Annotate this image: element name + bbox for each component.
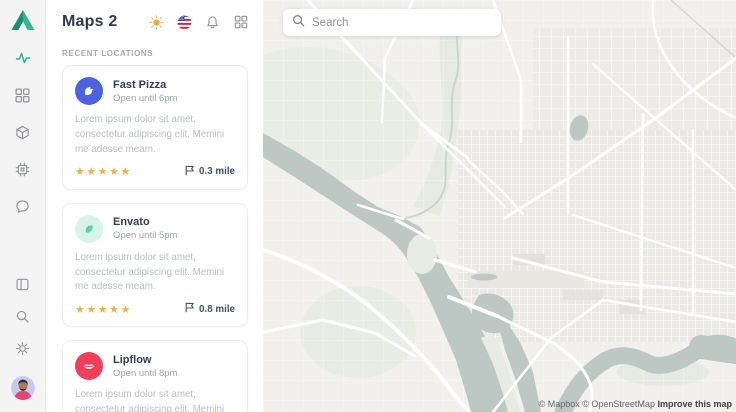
cube-icon[interactable] — [15, 124, 31, 140]
header-actions — [149, 15, 248, 30]
location-name: Envato — [113, 216, 177, 228]
sun-icon[interactable] — [149, 15, 164, 30]
panel-header: Maps 2 — [62, 13, 248, 31]
attribution-text: © Mapbox © OpenStreetMap — [539, 399, 655, 409]
section-label: RECENT LOCATIONS — [62, 49, 248, 58]
location-card-list: Fast Pizza Open until 6pm Lorem ipsum do… — [62, 65, 248, 412]
flag-icon — [185, 302, 195, 316]
maps-app: Maps 2 RECENT LOCATIONS Fast Pizza Open … — [0, 0, 736, 412]
search-icon — [292, 14, 305, 32]
location-card[interactable]: Envato Open until 5pm Lorem ipsum dolor … — [62, 203, 248, 328]
search-icon[interactable] — [15, 308, 31, 324]
locations-panel: Maps 2 RECENT LOCATIONS Fast Pizza Open … — [46, 0, 263, 412]
location-description: Lorem ipsum dolor sit amet, consectetur … — [75, 113, 235, 158]
rail-nav — [15, 50, 31, 214]
location-card[interactable]: Fast Pizza Open until 6pm Lorem ipsum do… — [62, 65, 248, 190]
lips-icon — [75, 352, 103, 380]
distance-label: 0.8 mile — [199, 304, 235, 315]
improve-map-link[interactable]: Improve this map — [657, 399, 732, 409]
location-hours: Open until 8pm — [113, 368, 177, 379]
location-description: Lorem ipsum dolor sit amet, consectetur … — [75, 388, 235, 412]
basemap-svg — [263, 0, 736, 412]
bird-icon — [75, 77, 103, 105]
location-description: Lorem ipsum dolor sit amet, consectetur … — [75, 251, 235, 296]
map-attribution: © Mapbox © OpenStreetMap Improve this ma… — [539, 399, 732, 409]
icon-rail — [0, 0, 46, 412]
rating-stars: ★★★★★ — [75, 165, 132, 178]
rating-stars: ★★★★★ — [75, 303, 132, 316]
search-input[interactable] — [312, 17, 492, 29]
map-search-bar — [283, 9, 501, 36]
map-canvas[interactable]: © Mapbox © OpenStreetMap Improve this ma… — [263, 0, 736, 412]
gear-icon[interactable] — [15, 340, 31, 356]
flag-icon — [185, 165, 195, 179]
location-card[interactable]: Lipflow Open until 8pm Lorem ipsum dolor… — [62, 340, 248, 412]
page-title: Maps 2 — [62, 13, 117, 31]
leaf-icon — [75, 215, 103, 243]
user-avatar[interactable] — [11, 376, 35, 400]
chat-icon[interactable] — [15, 198, 31, 214]
location-hours: Open until 5pm — [113, 230, 177, 241]
columns-icon[interactable] — [15, 276, 31, 292]
location-name: Lipflow — [113, 354, 177, 366]
grid-icon[interactable] — [15, 87, 31, 103]
apps-grid-icon[interactable] — [233, 15, 248, 30]
location-name: Fast Pizza — [113, 79, 177, 91]
us-flag-icon[interactable] — [177, 15, 192, 30]
bell-icon[interactable] — [205, 15, 220, 30]
location-hours: Open until 6pm — [113, 93, 177, 104]
rail-bottom — [11, 276, 35, 412]
distance-label: 0.3 mile — [199, 166, 235, 177]
chip-icon[interactable] — [15, 161, 31, 177]
triangle-logo-icon[interactable] — [10, 8, 36, 37]
activity-icon[interactable] — [15, 50, 31, 66]
